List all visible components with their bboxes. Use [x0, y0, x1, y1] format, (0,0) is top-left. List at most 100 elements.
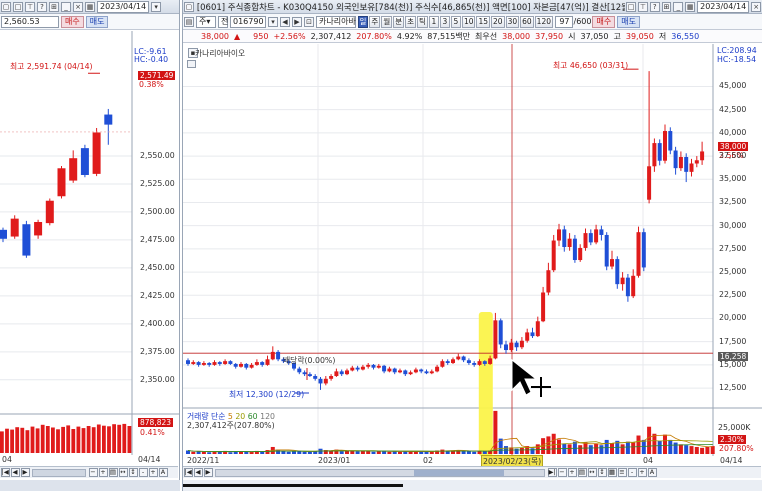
minimize-icon[interactable]: _ [61, 1, 71, 12]
right-candle-body [239, 363, 243, 367]
calendar-dropdown-icon[interactable]: ▾ [151, 1, 162, 12]
right-candle-body [610, 259, 614, 267]
stock-search-icon[interactable]: ▾ [268, 16, 278, 27]
left-volume-bar [56, 429, 60, 453]
right-candle-body [509, 342, 514, 351]
pin-icon[interactable]: ⊤ [25, 1, 35, 12]
period-button[interactable]: 10 [461, 15, 476, 28]
close-icon[interactable]: × [73, 1, 83, 12]
period-button[interactable]: 분 [393, 15, 405, 28]
period-button[interactable]: 5 [450, 15, 461, 28]
window-menu-icon[interactable]: ▢ [1, 1, 11, 12]
right-minus-button[interactable]: - [627, 468, 637, 477]
right-grid-button[interactable]: ▦ [607, 468, 617, 477]
market-icon[interactable]: ▤ [184, 16, 194, 27]
right-candle-body [694, 160, 699, 164]
right-scroll-prev-button[interactable]: ◀ [193, 468, 203, 477]
period-button[interactable]: 1 [428, 15, 439, 28]
scroll-track[interactable] [32, 468, 86, 477]
zoom-in-button[interactable]: + [98, 468, 108, 477]
right-candle-body [663, 131, 667, 161]
stock-code-input[interactable]: 016790 [230, 15, 266, 28]
left-date-field[interactable]: 2023/04/14 [97, 0, 150, 13]
all-select[interactable]: 전 [218, 15, 228, 28]
period-button[interactable]: 초 [405, 15, 417, 28]
right-volume-bar [286, 451, 291, 454]
period-button[interactable]: 120 [534, 15, 553, 28]
right-help-icon[interactable]: ? [649, 1, 660, 12]
right-minimize-icon[interactable]: _ [673, 1, 684, 12]
count-input[interactable]: 97 [554, 15, 573, 28]
right-window-icon[interactable]: ▢ [184, 1, 194, 12]
right-scroll-first-button[interactable]: |◀ [183, 468, 193, 477]
scroll-first-button[interactable]: |◀ [0, 468, 10, 477]
period-button[interactable]: 30 [505, 15, 520, 28]
left-candle-body [104, 114, 113, 125]
right-zoom-in-button[interactable]: + [567, 468, 577, 477]
left-y-tick-label: 2,400.00 [140, 318, 175, 328]
buy-button[interactable]: 매수 [61, 15, 84, 28]
period-button[interactable]: 20 [491, 15, 505, 28]
right-candle-body [636, 232, 641, 276]
left-minus-button[interactable]: - [138, 468, 148, 477]
right-settings-button[interactable]: ≡ [617, 468, 627, 477]
right-restore-icon[interactable]: □ [626, 1, 636, 12]
period-button[interactable]: 월 [381, 15, 393, 28]
help-icon[interactable]: ? [37, 1, 47, 12]
sell-button[interactable]: 매도 [85, 15, 109, 28]
reset-stock-icon[interactable]: ⊡ [304, 16, 314, 27]
right-candle-body [678, 157, 683, 169]
period-button[interactable]: 일 [357, 15, 369, 28]
right-scroll-next-button[interactable]: ▶ [203, 468, 213, 477]
chart-type-button[interactable]: ▤ [108, 468, 118, 477]
right-volume-bar [620, 444, 625, 454]
period-button[interactable]: 60 [520, 15, 534, 28]
left-volume-bar [15, 427, 20, 453]
right-buy-button[interactable]: 매수 [592, 15, 616, 28]
right-candle-body [551, 240, 556, 271]
expand-button[interactable]: ↕ [128, 468, 138, 477]
right-plus-button[interactable]: + [637, 468, 647, 477]
right-close-icon[interactable]: × [751, 1, 762, 12]
right-candle-body [647, 166, 652, 200]
period-button[interactable]: 15 [476, 15, 491, 28]
right-candle-body [525, 332, 530, 341]
right-candle-body [260, 362, 265, 365]
right-scroll-thumb[interactable] [414, 469, 504, 476]
scroll-prev-button[interactable]: ◀ [10, 468, 20, 477]
right-pin-icon[interactable]: ⊤ [637, 1, 648, 12]
right-candle-body [625, 277, 630, 297]
right-candle-body [217, 362, 222, 364]
right-volume-bar [673, 442, 678, 454]
tile-icon[interactable]: ⊞ [49, 1, 59, 12]
prev-stock-icon[interactable]: ◀ [280, 16, 290, 27]
period-button[interactable]: 틱 [417, 15, 428, 28]
right-y-tick-label: 32,500 [719, 197, 747, 207]
right-date-field[interactable]: 2023/04/14 [697, 0, 750, 13]
right-volume-bar [689, 446, 694, 454]
next-stock-icon[interactable]: ▶ [292, 16, 302, 27]
right-scroll-end-button[interactable]: ▶| [547, 468, 557, 477]
period-button[interactable]: 주 [369, 15, 381, 28]
right-calendar-icon[interactable]: ▦ [685, 1, 696, 12]
restore-icon[interactable]: □ [13, 1, 23, 12]
right-scroll-track[interactable] [215, 468, 545, 477]
left-text-button[interactable]: A [158, 468, 168, 477]
right-text-button[interactable]: A [647, 468, 657, 477]
market-select[interactable]: 주▾ [196, 15, 216, 28]
right-fit-button[interactable]: ↔ [587, 468, 597, 477]
right-sell-button[interactable]: 매도 [617, 15, 640, 28]
left-plus-button[interactable]: + [148, 468, 158, 477]
zoom-out-button[interactable]: − [88, 468, 98, 477]
calendar-icon[interactable]: ▦ [85, 1, 95, 12]
right-zoom-out-button[interactable]: − [557, 468, 567, 477]
scroll-next-button[interactable]: ▶ [20, 468, 30, 477]
period-button[interactable]: 3 [439, 15, 450, 28]
right-expand-button[interactable]: ↕ [597, 468, 607, 477]
quote-change-pct: +2.56% [273, 31, 306, 41]
quote-open-label: 시 [568, 31, 576, 41]
right-tile-icon[interactable]: ⊞ [661, 1, 672, 12]
right-chart-type-button[interactable]: ▤ [577, 468, 587, 477]
right-low-annotation: 최저 12,300 (12/29) [229, 390, 305, 399]
fit-button[interactable]: ↔ [118, 468, 128, 477]
